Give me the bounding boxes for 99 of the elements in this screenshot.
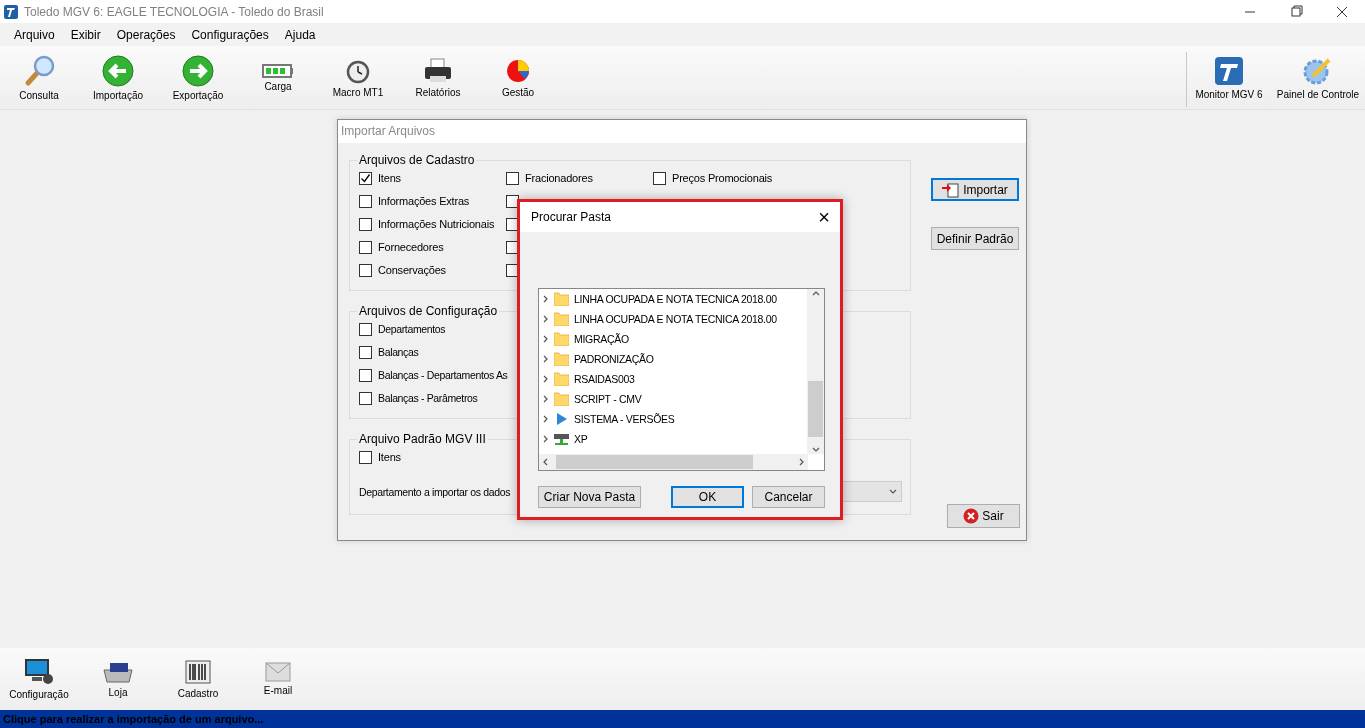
toolbar-button[interactable]: Painel de Controle (1271, 46, 1365, 109)
tree-item[interactable]: LINHA OCUPADA E NOTA TECNICA 2018.00 (539, 309, 808, 329)
toolbar-button[interactable]: Exportação (158, 46, 238, 109)
tree-item[interactable]: RSAIDAS003 (539, 369, 808, 389)
checkbox[interactable] (506, 171, 519, 185)
vertical-scrollbar[interactable] (807, 289, 824, 454)
folder-icon (554, 392, 569, 406)
import-button[interactable]: Importar (931, 178, 1019, 201)
right-chevron-icon[interactable] (798, 458, 806, 466)
right-chevron-icon[interactable] (542, 335, 550, 343)
pie-chart-icon (505, 57, 531, 84)
checkbox-label: Preços Promocionais (672, 172, 773, 184)
network-drive-icon (554, 432, 569, 446)
play-arrow-icon (554, 412, 569, 426)
up-chevron-icon[interactable] (811, 289, 820, 297)
right-chevron-icon[interactable] (542, 435, 550, 443)
checkbox-label: Fracionadores (525, 172, 593, 184)
checkbox[interactable] (359, 322, 372, 336)
checkbox-label: Balanças (378, 346, 419, 358)
scale-icon (102, 660, 134, 684)
envelope-icon (265, 662, 291, 682)
toolbar-button[interactable]: Relatórios (398, 46, 478, 109)
checkbox-label: Balanças - Departamentos As (378, 369, 508, 381)
barcode-icon (184, 659, 212, 685)
dialog-title: Importar Arquivos (338, 120, 1026, 143)
checkbox[interactable] (506, 194, 519, 208)
folder-icon (554, 372, 569, 386)
dialog-title: Procurar Pasta (531, 210, 612, 224)
right-chevron-icon[interactable] (542, 355, 550, 363)
window-title: Toledo MGV 6: EAGLE TECNOLOGIA - Toledo do Brasil (24, 4, 324, 19)
dialog-button[interactable]: Criar Nova Pasta (538, 486, 641, 508)
logo-icon (1214, 55, 1244, 86)
group-title: Arquivos de Configuração (358, 304, 499, 318)
toolbar-button[interactable]: Importação (78, 46, 158, 109)
right-chevron-icon[interactable] (542, 395, 550, 403)
checkbox-label: Departamentos (378, 323, 446, 335)
checkbox[interactable] (359, 391, 372, 405)
checkbox-label: Itens (378, 451, 401, 463)
folder-icon (554, 312, 569, 326)
close-circle-icon (963, 508, 980, 524)
right-chevron-icon[interactable] (542, 315, 550, 323)
group-title: Arquivos de Cadastro (358, 153, 476, 167)
computer-icon (24, 658, 54, 686)
checkbox[interactable] (359, 263, 372, 277)
checkbox[interactable] (653, 171, 666, 185)
checkbox-label: Informações Extras (378, 195, 470, 207)
right-chevron-icon[interactable] (542, 295, 550, 303)
dialog-button[interactable]: OK (671, 486, 744, 508)
toolbar-button[interactable]: Consulta (0, 46, 78, 109)
toolbar-button[interactable]: Configuração (0, 658, 78, 700)
toolbar-button[interactable]: Macro MT1 (318, 46, 398, 109)
menu-item[interactable]: Configurações (183, 27, 277, 42)
checkbox[interactable] (359, 171, 372, 185)
tree-item[interactable]: SCRIPT - CMV (539, 389, 808, 409)
tree-item[interactable]: SISTEMA - VERSÕES (539, 409, 808, 429)
menu-item[interactable]: Operações (108, 27, 184, 42)
checkbox-label: Balanças - Parâmetros (378, 392, 478, 404)
toolbar-button[interactable]: Cadastro (158, 659, 238, 699)
status-text: Clique para realizar a importação de um arquivo... (3, 713, 264, 725)
checkbox-label: Itens (378, 172, 401, 184)
battery-icon (262, 63, 294, 78)
checkbox[interactable] (359, 217, 372, 231)
right-chevron-icon[interactable] (542, 415, 550, 423)
dialog-button[interactable]: Cancelar (752, 486, 825, 508)
checkbox-label: Conservações (378, 264, 446, 276)
toolbar-button[interactable]: Carga (238, 46, 318, 109)
menu-item[interactable]: Arquivo (6, 27, 63, 42)
folder-icon (554, 352, 569, 366)
folder-icon (554, 332, 569, 346)
menu-item[interactable]: Ajuda (276, 27, 324, 42)
tree-item[interactable]: XP (539, 429, 808, 449)
right-chevron-icon[interactable] (542, 375, 550, 383)
toolbar-button[interactable]: Loja (78, 660, 158, 698)
app-logo-icon (4, 4, 18, 19)
exit-button[interactable]: Sair (947, 504, 1020, 528)
horizontal-scrollbar[interactable] (539, 454, 808, 470)
checkbox[interactable] (359, 345, 372, 359)
default-button[interactable]: Definir Padrão (931, 227, 1019, 250)
menu-item[interactable]: Exibir (62, 27, 109, 42)
down-chevron-icon[interactable] (811, 446, 820, 454)
toolbar-button[interactable]: E-mail (238, 662, 318, 696)
checkbox[interactable] (359, 450, 372, 464)
checkbox[interactable] (359, 240, 372, 254)
toolbar-button[interactable]: Monitor MGV 6 (1187, 46, 1271, 109)
left-chevron-icon[interactable] (541, 458, 549, 466)
close-button[interactable]: × (814, 206, 834, 228)
checkbox-label: Fornecedores (378, 241, 444, 253)
checkbox[interactable] (359, 194, 372, 208)
checkbox[interactable] (359, 368, 372, 382)
tree-item[interactable]: LINHA OCUPADA E NOTA TECNICA 2018.00 (539, 289, 808, 309)
toolbar-button[interactable]: Gestão (478, 46, 558, 109)
group-title: Arquivo Padrão MGV III (358, 432, 487, 446)
folder-icon (554, 292, 569, 306)
import-document-icon (942, 181, 961, 198)
printer-icon (423, 57, 453, 84)
field-label: Departamento a importar os dados (359, 485, 511, 498)
tree-item[interactable]: MIGRAÇÃO (539, 329, 808, 349)
checkbox-label: Informações Nutricionais (378, 218, 495, 230)
tree-item[interactable]: PADRONIZAÇÃO (539, 349, 808, 369)
